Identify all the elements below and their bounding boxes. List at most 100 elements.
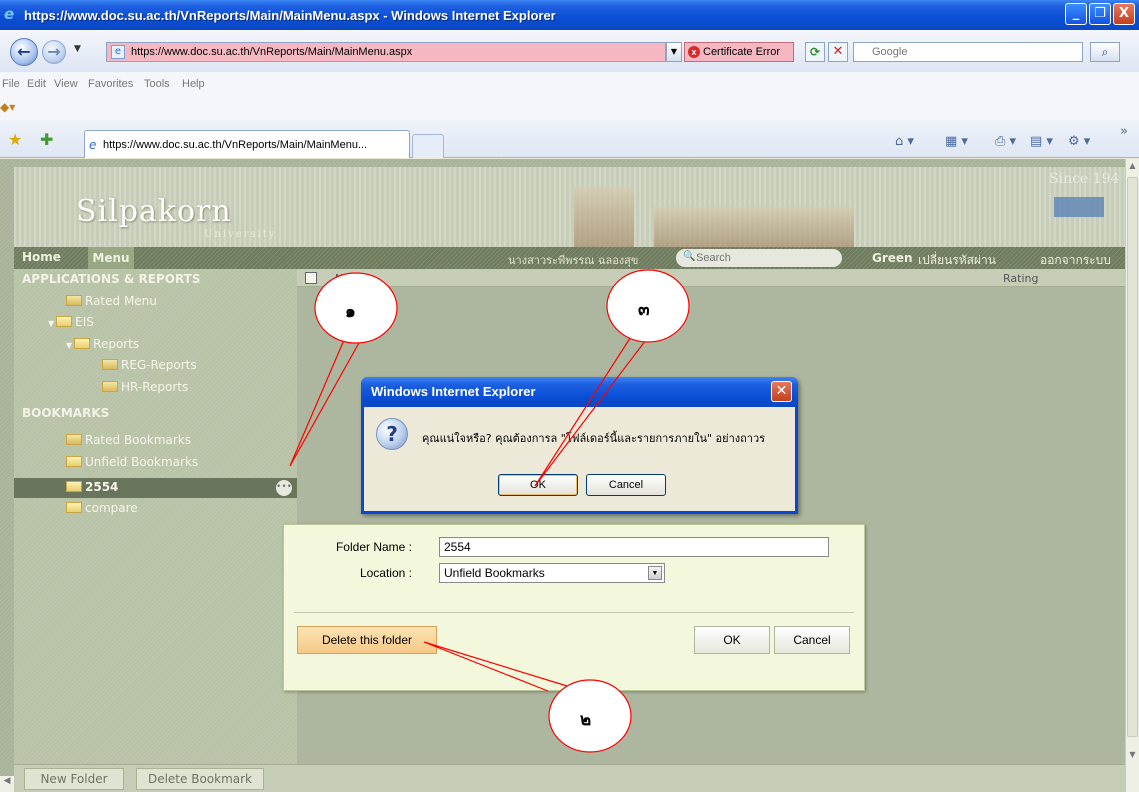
certificate-error-button[interactable]: x Certificate Error bbox=[684, 42, 794, 62]
site-search-icon: 🔍 bbox=[683, 251, 696, 262]
minimize-button[interactable]: _ bbox=[1065, 3, 1087, 25]
sidebar-item-rated-bookmarks[interactable]: Rated Bookmarks bbox=[66, 433, 191, 447]
sidebar-item-label: 2554 bbox=[85, 480, 119, 494]
search-go-icon[interactable]: ⌕ bbox=[1090, 42, 1120, 62]
new-tab-button[interactable] bbox=[412, 134, 444, 158]
new-folder-button[interactable]: New Folder bbox=[24, 768, 124, 790]
print-icon[interactable]: ⎙ ▾ bbox=[995, 134, 1016, 149]
scroll-left-icon[interactable]: ◀ bbox=[0, 776, 14, 792]
refresh-button[interactable]: ⟳ bbox=[805, 42, 825, 62]
sidebar-item-label: REG-Reports bbox=[121, 358, 197, 372]
scroll-thumb[interactable] bbox=[1127, 177, 1138, 737]
sidebar-item-label: compare bbox=[85, 501, 138, 515]
folder-name-input[interactable]: 2554 bbox=[439, 537, 829, 557]
sidebar-item-unfield-bookmarks[interactable]: Unfield Bookmarks bbox=[66, 455, 198, 469]
scroll-up-icon[interactable]: ▲ bbox=[1127, 161, 1138, 175]
page-icon[interactable]: ▤ ▾ bbox=[1030, 134, 1053, 149]
sidebar-item-rated-menu[interactable]: Rated Menu bbox=[66, 294, 157, 308]
menu-tools[interactable]: Tools bbox=[144, 78, 170, 90]
site-logo: Silpakorn bbox=[76, 194, 232, 229]
callout-1-number: ๑ bbox=[345, 302, 356, 322]
apps-reports-header: APPLICATIONS & REPORTS bbox=[22, 272, 201, 286]
folder-icon bbox=[66, 456, 82, 467]
dialog-ok-button[interactable]: OK bbox=[498, 474, 578, 496]
forward-button[interactable]: → bbox=[42, 40, 66, 64]
close-window-button[interactable]: X bbox=[1113, 3, 1135, 25]
search-input[interactable] bbox=[854, 43, 1054, 61]
add-to-favorites-bar-icon[interactable]: ◆▾ bbox=[0, 100, 15, 114]
panel-ok-button[interactable]: OK bbox=[694, 626, 770, 654]
scroll-down-icon[interactable]: ▼ bbox=[1127, 750, 1138, 764]
feeds-icon[interactable]: ▦ ▾ bbox=[945, 134, 968, 149]
window-titlebar: e https://www.doc.su.ac.th/VnReports/Mai… bbox=[0, 0, 1139, 30]
tab-mainmenu[interactable]: e https://www.doc.su.ac.th/VnReports/Mai… bbox=[84, 130, 410, 158]
search-box[interactable] bbox=[853, 42, 1083, 62]
expand-triangle-icon[interactable]: ▼ bbox=[48, 319, 54, 328]
ie-logo-icon: e bbox=[4, 5, 15, 23]
address-url: https://www.doc.su.ac.th/VnReports/Main/… bbox=[131, 46, 413, 58]
site-nav-strip: Home Menu นางสาวระพีพรรณ ฉลองสุข 🔍 Green… bbox=[14, 247, 1125, 269]
tab-favicon-icon: e bbox=[89, 138, 97, 152]
confirm-dialog: Windows Internet Explorer ✕ ? คุณแน่ใจหร… bbox=[361, 377, 798, 514]
rated-folder-icon bbox=[66, 295, 82, 306]
user-name: นางสาวระพีพรรณ ฉลองสุข bbox=[508, 254, 639, 267]
sidebar-item-compare[interactable]: compare bbox=[66, 501, 138, 515]
column-name-header[interactable]: Name bbox=[335, 272, 367, 285]
site-search-box[interactable]: 🔍 bbox=[676, 249, 842, 267]
back-button[interactable]: ← bbox=[10, 38, 38, 66]
chevron-down-icon[interactable]: ▼ bbox=[648, 566, 662, 580]
dialog-close-button[interactable]: ✕ bbox=[771, 381, 792, 402]
nav-home-link[interactable]: Home bbox=[22, 250, 61, 264]
menu-bar: File Edit View Favorites Tools Help bbox=[0, 72, 1139, 96]
location-select[interactable]: Unfield Bookmarks ▼ bbox=[439, 563, 665, 583]
tab-bar: ★ ✚ e https://www.doc.su.ac.th/VnReports… bbox=[0, 120, 1139, 158]
sidebar-item-reports[interactable]: ▼ Reports bbox=[66, 337, 139, 351]
expand-triangle-icon[interactable]: ▼ bbox=[66, 341, 72, 350]
sidebar-item-reg-reports[interactable]: REG-Reports bbox=[102, 358, 197, 372]
certificate-error-icon: x bbox=[688, 46, 700, 58]
menu-favorites[interactable]: Favorites bbox=[88, 78, 133, 90]
sidebar-item-label: EIS bbox=[75, 315, 94, 329]
sidebar-item-eis[interactable]: ▼ EIS bbox=[48, 315, 94, 329]
select-all-checkbox[interactable] bbox=[305, 272, 317, 284]
dialog-cancel-button[interactable]: Cancel bbox=[586, 474, 666, 496]
menu-file[interactable]: File bbox=[2, 78, 20, 90]
bookmarks-header: BOOKMARKS bbox=[22, 406, 110, 420]
callout-3-number: ๓ bbox=[638, 300, 650, 320]
menu-edit[interactable]: Edit bbox=[27, 78, 46, 90]
sidebar-item-hr-reports[interactable]: HR-Reports bbox=[102, 380, 188, 394]
column-rating-header[interactable]: Rating bbox=[1003, 272, 1038, 285]
more-chevron-icon[interactable]: » bbox=[1120, 124, 1128, 139]
menu-help[interactable]: Help bbox=[182, 78, 205, 90]
stop-button[interactable]: ✕ bbox=[828, 42, 848, 62]
add-favorite-icon[interactable]: ✚ bbox=[40, 130, 53, 149]
folder-icon bbox=[56, 316, 73, 327]
tools-gear-icon[interactable]: ⚙ ▾ bbox=[1068, 134, 1090, 149]
delete-bookmark-button[interactable]: Delete Bookmark bbox=[136, 768, 264, 790]
rated-folder-icon bbox=[66, 434, 82, 445]
address-field[interactable]: e https://www.doc.su.ac.th/VnReports/Mai… bbox=[106, 42, 666, 62]
panel-cancel-button[interactable]: Cancel bbox=[774, 626, 850, 654]
sidebar-item-2554[interactable]: 2554 bbox=[66, 480, 118, 494]
history-dropdown-icon[interactable]: ▼ bbox=[74, 44, 81, 54]
change-password-link[interactable]: เปลี่ยนรหัสผ่าน bbox=[918, 251, 996, 270]
home-icon[interactable]: ⌂ ▾ bbox=[895, 134, 914, 149]
delete-folder-button[interactable]: Delete this folder bbox=[297, 626, 437, 654]
vertical-scrollbar[interactable]: ▲ ▼ bbox=[1125, 159, 1139, 792]
sidebar-item-label: Rated Menu bbox=[85, 294, 157, 308]
folder-options-icon[interactable]: ••• bbox=[276, 480, 292, 496]
menu-view[interactable]: View bbox=[54, 78, 78, 90]
selected-row-highlight bbox=[14, 478, 297, 498]
nav-menu-link[interactable]: Menu bbox=[88, 247, 134, 269]
sidebar: APPLICATIONS & REPORTS Rated Menu ▼ EIS ▼… bbox=[14, 269, 297, 764]
theme-link[interactable]: Green bbox=[872, 251, 913, 265]
logout-link[interactable]: ออกจากระบบ bbox=[1040, 251, 1111, 270]
favorites-star-icon[interactable]: ★ bbox=[8, 130, 22, 149]
dialog-title-text: Windows Internet Explorer bbox=[371, 384, 536, 399]
folder-edit-panel: Folder Name : 2554 Location : Unfield Bo… bbox=[283, 524, 865, 691]
links-bar: ◆▾ bbox=[0, 96, 1139, 120]
restore-button[interactable]: ❐ bbox=[1089, 3, 1111, 25]
report-icon bbox=[102, 359, 118, 370]
site-search-input[interactable] bbox=[696, 250, 836, 266]
address-dropdown-icon[interactable]: ▼ bbox=[666, 42, 682, 62]
